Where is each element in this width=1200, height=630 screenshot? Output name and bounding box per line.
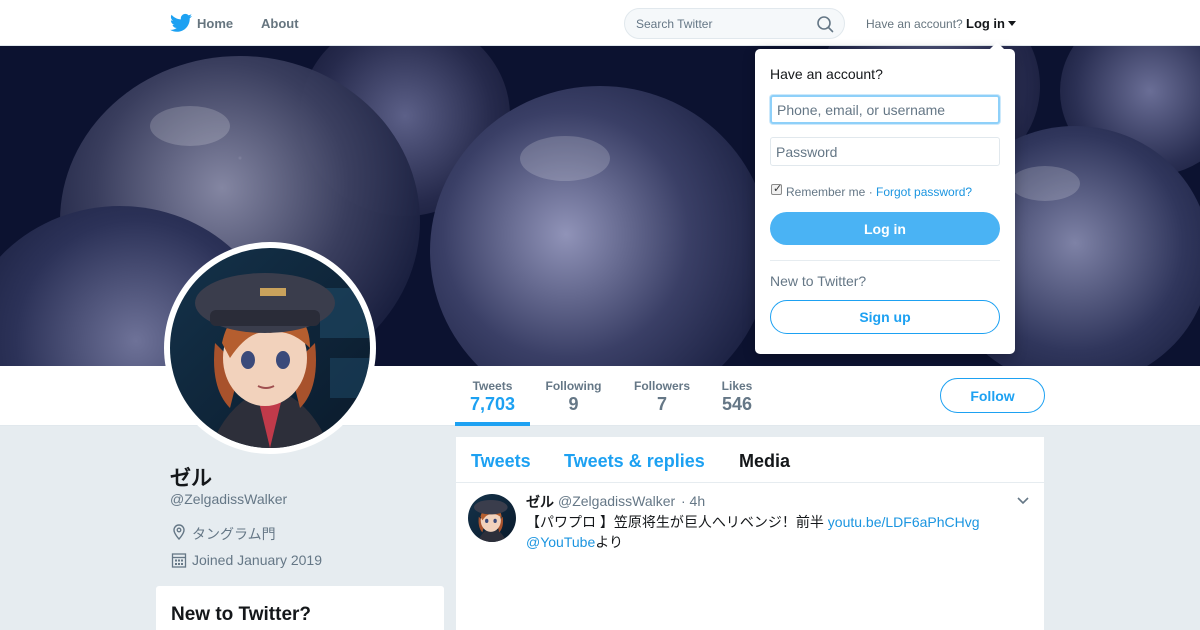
tweet-author-handle[interactable]: @ZelgadissWalker [558,493,675,509]
stat-value: 546 [721,394,753,414]
stat-following[interactable]: Following 9 [540,366,607,426]
display-name: ゼル [170,467,212,490]
nav-home-link[interactable]: Home [197,16,233,31]
stat-value: 7,703 [469,394,516,414]
banner-glint [1010,166,1080,201]
checkmark-icon: ✓ [773,183,783,195]
stat-value: 7 [656,394,667,414]
nav-about-link[interactable]: About [261,16,299,31]
profile-location: タングラム門 [192,526,276,542]
top-nav: Home About Have an account? Log in [0,0,1200,46]
banner-glint [520,136,610,181]
new-to-twitter-label: New to Twitter? [770,273,867,289]
tab-tweets[interactable]: Tweets [471,451,531,472]
twitter-bird-icon[interactable] [170,13,192,33]
stat-label: Followers [633,379,690,393]
tweet-author-name[interactable]: ゼル [526,492,554,512]
login-dropdown-title: Have an account? [770,66,883,82]
stat-label: Tweets [472,379,513,393]
stat-tweets[interactable]: Tweets 7,703 [455,366,530,426]
tweet-avatar[interactable] [468,494,516,542]
search-input[interactable] [636,17,806,31]
timeline-tabs: Tweets Tweets & replies Media [456,437,1044,483]
new-to-twitter-title: New to Twitter? [171,604,312,625]
password-input[interactable] [770,137,1000,166]
search-icon[interactable] [816,15,834,33]
dropdown-arrow [990,42,1004,49]
stat-likes[interactable]: Likes 546 [716,366,758,426]
login-dropdown: Have an account? ✓ Remember me · Forgot … [755,42,1015,354]
remember-me-label[interactable]: Remember me · [786,185,873,199]
stat-value: 9 [568,394,579,414]
avatar-image [170,248,370,448]
tab-tweets-replies[interactable]: Tweets & replies [564,451,705,472]
avatar-illustration [195,273,370,448]
login-toggle[interactable]: Log in [966,16,1005,31]
tweet-link[interactable]: youtu.be/LDF6aPhCHvg [828,514,980,530]
timeline: Tweets Tweets & replies Media ゼル @Zelgad… [456,437,1044,630]
login-button[interactable]: Log in [770,212,1000,245]
location-pin-icon [173,524,185,540]
forgot-password-link[interactable]: Forgot password? [876,185,972,199]
have-account-label: Have an account? [866,17,963,31]
stat-followers[interactable]: Followers 7 [628,366,696,426]
banner-glint [150,106,230,146]
stat-label: Following [545,379,602,393]
username-input[interactable] [770,95,1000,124]
calendar-icon [171,553,187,568]
search-box [624,8,845,39]
profile-handle: @ZelgadissWalker [170,491,288,507]
tab-media[interactable]: Media [739,451,790,472]
tweet-text-body: 【パワプロ 】笠原将生が巨人へリベンジ！前半 [526,514,828,530]
tweet-text-suffix: より [595,534,623,550]
chevron-down-icon[interactable] [1017,497,1029,505]
tweet-avatar-illustration [474,500,508,542]
profile-avatar[interactable] [164,242,376,454]
new-to-twitter-card: New to Twitter? [156,586,444,630]
tweet-text: 【パワプロ 】笠原将生が巨人へリベンジ！前半 youtu.be/LDF6aPhC… [526,512,1026,552]
remember-me-checkbox[interactable]: ✓ [771,183,783,195]
divider [770,260,1000,261]
profile-joined-date: Joined January 2019 [192,552,322,568]
stat-label: Likes [721,379,753,393]
follow-button[interactable]: Follow [940,378,1045,413]
caret-down-icon[interactable] [1008,21,1016,26]
tweet-mention[interactable]: @YouTube [526,534,595,550]
signup-button[interactable]: Sign up [770,300,1000,334]
tweet-timestamp[interactable]: · 4h [681,493,705,509]
